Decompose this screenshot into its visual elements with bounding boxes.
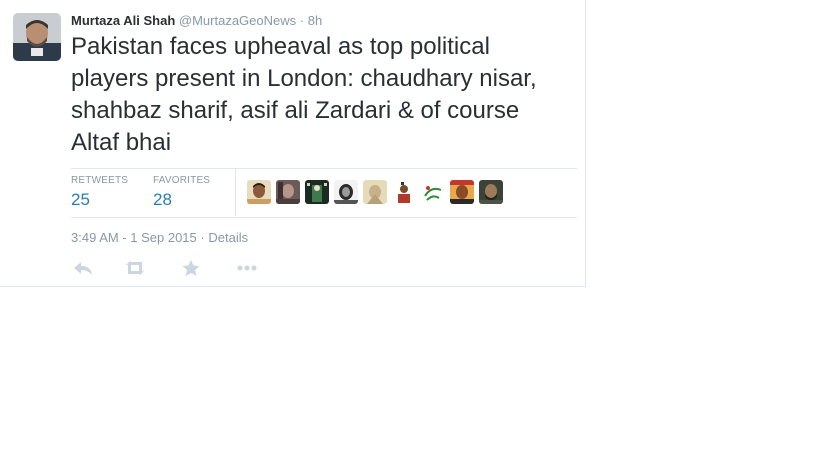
- favoriter-avatar[interactable]: [334, 180, 358, 204]
- author-fullname[interactable]: Murtaza Ali Shah: [71, 13, 175, 28]
- meta-separator: ·: [200, 230, 205, 245]
- favorites-count: 28: [153, 190, 172, 209]
- retweet-icon[interactable]: [123, 258, 147, 278]
- favoriter-avatar[interactable]: [247, 180, 271, 204]
- favoriter-avatar[interactable]: [305, 180, 329, 204]
- retweets-label: RETWEETS: [71, 175, 129, 186]
- stats-divider: [235, 169, 236, 216]
- tweet-timestamp[interactable]: 3:49 AM - 1 Sep 2015: [71, 230, 197, 245]
- author-avatar[interactable]: [13, 13, 61, 61]
- favorites-stat[interactable]: FAVORITES 28: [153, 175, 210, 211]
- favoriter-avatar[interactable]: [479, 180, 503, 204]
- tweet-actions: [71, 258, 271, 278]
- favoriter-avatar[interactable]: [363, 180, 387, 204]
- favorites-label: FAVORITES: [153, 175, 211, 186]
- header-separator: ·: [299, 13, 305, 28]
- tweet-card: Murtaza Ali Shah @MurtazaGeoNews · 8h Pa…: [0, 0, 586, 287]
- details-link[interactable]: Details: [208, 230, 248, 245]
- author-username[interactable]: @MurtazaGeoNews: [179, 13, 296, 28]
- reply-icon[interactable]: [71, 258, 95, 278]
- favoriter-avatar[interactable]: [392, 180, 416, 204]
- favoriter-avatar[interactable]: [276, 180, 300, 204]
- favorite-star-icon[interactable]: [179, 258, 203, 278]
- retweets-stat[interactable]: RETWEETS 25: [71, 175, 128, 211]
- tweet-relative-time[interactable]: 8h: [308, 13, 322, 28]
- retweets-count: 25: [71, 190, 90, 209]
- tweet-header: Murtaza Ali Shah @MurtazaGeoNews · 8h: [71, 12, 322, 30]
- favoriter-avatar[interactable]: [450, 180, 474, 204]
- tweet-stats: RETWEETS 25 FAVORITES 28: [71, 168, 577, 218]
- favoriter-avatar[interactable]: [421, 180, 445, 204]
- more-options-icon[interactable]: [235, 258, 259, 278]
- tweet-meta: 3:49 AM - 1 Sep 2015 · Details: [71, 229, 248, 247]
- tweet-text: Pakistan faces upheaval as top political…: [71, 33, 537, 156]
- favoriters-avatars: [247, 180, 503, 206]
- avatar-photo: [13, 13, 61, 61]
